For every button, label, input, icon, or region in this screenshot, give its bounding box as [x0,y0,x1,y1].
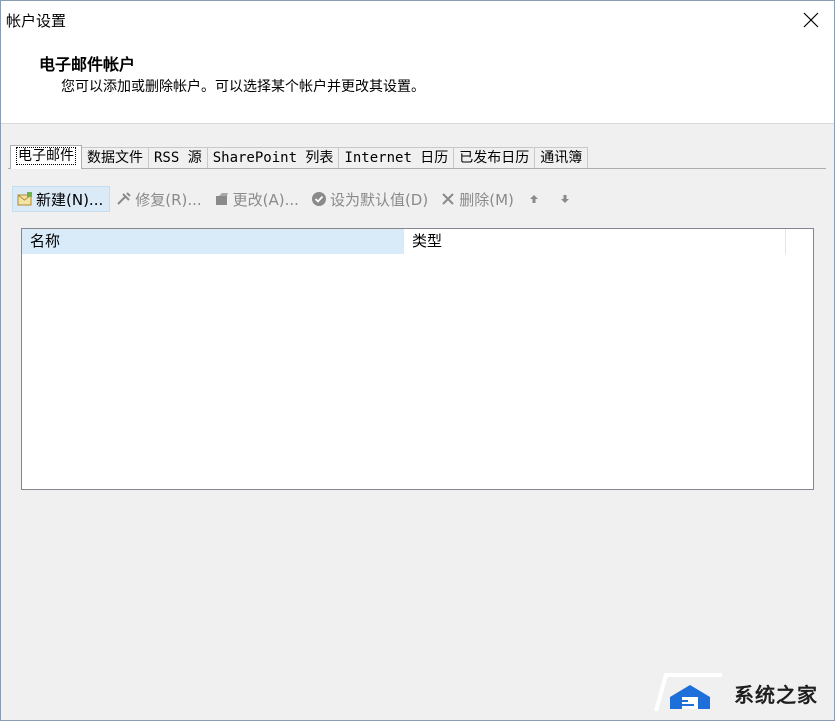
change-button[interactable]: 更改(A)... [210,187,305,211]
title-bar: 帐户设置 [1,1,834,39]
delete-button-label: 删除(M) [459,190,514,209]
dialog-header: 电子邮件帐户 您可以添加或删除帐户。可以选择某个帐户并更改其设置。 [1,39,834,124]
arrow-up-icon [526,191,542,207]
watermark-logo-icon [648,667,728,721]
header-title: 电子邮件帐户 [39,55,136,74]
move-down-button[interactable] [553,187,582,211]
tab-strip: 电子邮件 数据文件 RSS 源 SharePoint 列表 Internet 日… [10,145,589,169]
column-header-name[interactable]: 名称 [22,229,404,254]
close-button[interactable] [788,1,834,39]
delete-x-icon [440,191,456,207]
tab-address-books[interactable]: 通讯簿 [534,147,589,169]
tab-email[interactable]: 电子邮件 [10,145,82,169]
checkmark-circle-icon [311,191,327,207]
delete-button[interactable]: 删除(M) [436,187,520,211]
arrow-down-icon [557,191,573,207]
tab-sharepoint-lists[interactable]: SharePoint 列表 [206,147,340,169]
list-header: 名称 类型 [22,229,813,254]
window-title: 帐户设置 [6,12,67,30]
repair-button-label: 修复(R)... [135,190,202,209]
column-header-type[interactable]: 类型 [404,229,786,254]
watermark-text: 系统之家 [734,683,818,707]
tab-data-files[interactable]: 数据文件 [81,147,149,169]
set-default-button[interactable]: 设为默认值(D) [307,187,434,211]
close-icon [803,12,819,28]
new-account-icon [17,191,33,207]
accounts-list[interactable]: 名称 类型 [21,228,814,490]
tab-internet-calendars[interactable]: Internet 日历 [338,147,455,169]
change-button-label: 更改(A)... [232,190,299,209]
move-up-button[interactable] [522,187,551,211]
tab-published-calendars[interactable]: 已发布日历 [453,147,536,169]
toolbar: 新建(N)... 修复(R)... 更改(A)... 设为默认值(D) 删除(M… [12,186,584,212]
header-subtitle: 您可以添加或删除帐户。可以选择某个帐户并更改其设置。 [61,79,425,95]
set-default-button-label: 设为默认值(D) [329,190,429,209]
wrench-icon [116,191,132,207]
change-icon [214,191,230,207]
new-button[interactable]: 新建(N)... [12,186,111,212]
new-button-label: 新建(N)... [36,190,104,209]
tab-rss-feeds[interactable]: RSS 源 [148,147,208,169]
watermark: 系统之家 [648,666,835,721]
repair-button[interactable]: 修复(R)... [112,187,207,211]
